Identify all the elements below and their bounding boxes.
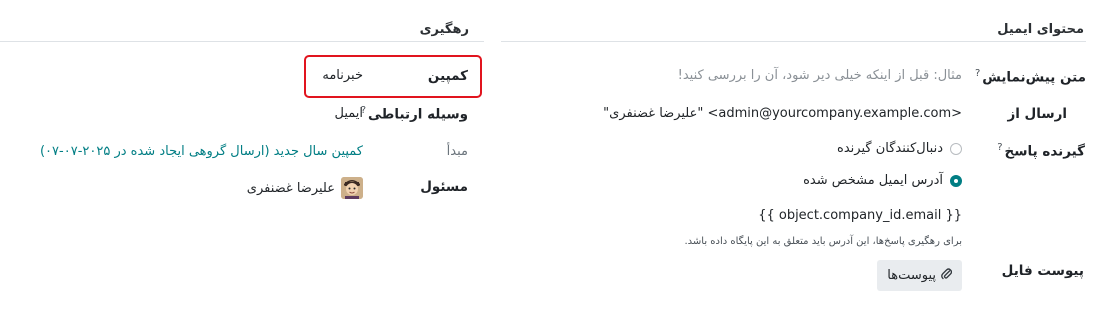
email-content-section-title: محتوای ایمیل xyxy=(997,22,1084,37)
reply-to-label: گیرنده پاسخ? xyxy=(995,142,1085,160)
reply-option-specified-email[interactable]: آدرس ایمیل مشخص شده xyxy=(803,173,962,188)
paperclip-icon xyxy=(941,267,953,284)
tracking-section-title: رهگیری xyxy=(419,22,469,37)
email-content-divider xyxy=(501,41,1086,42)
attachments-button-label: پیوست‌ها xyxy=(887,268,936,283)
send-from-label: ارسال از xyxy=(1007,106,1067,122)
send-from-field[interactable]: "علیرضا غضنفری" <admin@yourcompany.examp… xyxy=(603,106,962,121)
reply-option-specified-email-label: آدرس ایمیل مشخص شده xyxy=(803,173,943,188)
source-link[interactable]: کمپین سال جدید (ارسال گروهی ایجاد شده در… xyxy=(40,144,363,159)
reply-option-followers-label: دنبال‌کنندگان گیرنده xyxy=(837,141,943,156)
medium-field[interactable]: ایمیل xyxy=(334,106,363,121)
reply-to-help-text: برای رهگیری پاسخ‌ها، این آدرس باید متعلق… xyxy=(684,236,962,247)
attachments-button[interactable]: پیوست‌ها xyxy=(877,260,962,291)
source-label: مبدأ xyxy=(446,144,468,159)
preview-text-label: متن پیش‌نمایش? xyxy=(973,68,1086,86)
attachment-label: پیوست فایل xyxy=(1001,263,1084,279)
radio-followers[interactable] xyxy=(950,142,962,155)
campaign-label: کمپین xyxy=(427,68,468,84)
responsible-label: مسئول xyxy=(420,179,468,195)
preview-text-input[interactable]: مثال: قبل از اینکه خیلی دیر شود، آن را ب… xyxy=(678,68,962,83)
responsible-field[interactable]: علیرضا غضنفری xyxy=(247,177,363,199)
reply-to-label-text: گیرنده پاسخ xyxy=(1004,143,1085,160)
preview-text-label-text: متن پیش‌نمایش xyxy=(982,69,1086,86)
responsible-name: علیرضا غضنفری xyxy=(246,180,335,196)
reply-option-followers[interactable]: دنبال‌کنندگان گیرنده xyxy=(837,141,962,156)
medium-label: وسیله ارتباطی? xyxy=(359,105,468,123)
user-avatar xyxy=(341,177,363,199)
medium-label-text: وسیله ارتباطی xyxy=(368,106,468,123)
help-icon[interactable]: ? xyxy=(975,68,980,79)
reply-to-email-input[interactable]: {{ object.company_id.email }} xyxy=(758,208,962,223)
campaign-field[interactable]: خبرنامه xyxy=(322,68,363,83)
help-icon[interactable]: ? xyxy=(997,142,1002,153)
tracking-divider xyxy=(0,41,484,42)
radio-specified-email[interactable] xyxy=(950,174,962,187)
